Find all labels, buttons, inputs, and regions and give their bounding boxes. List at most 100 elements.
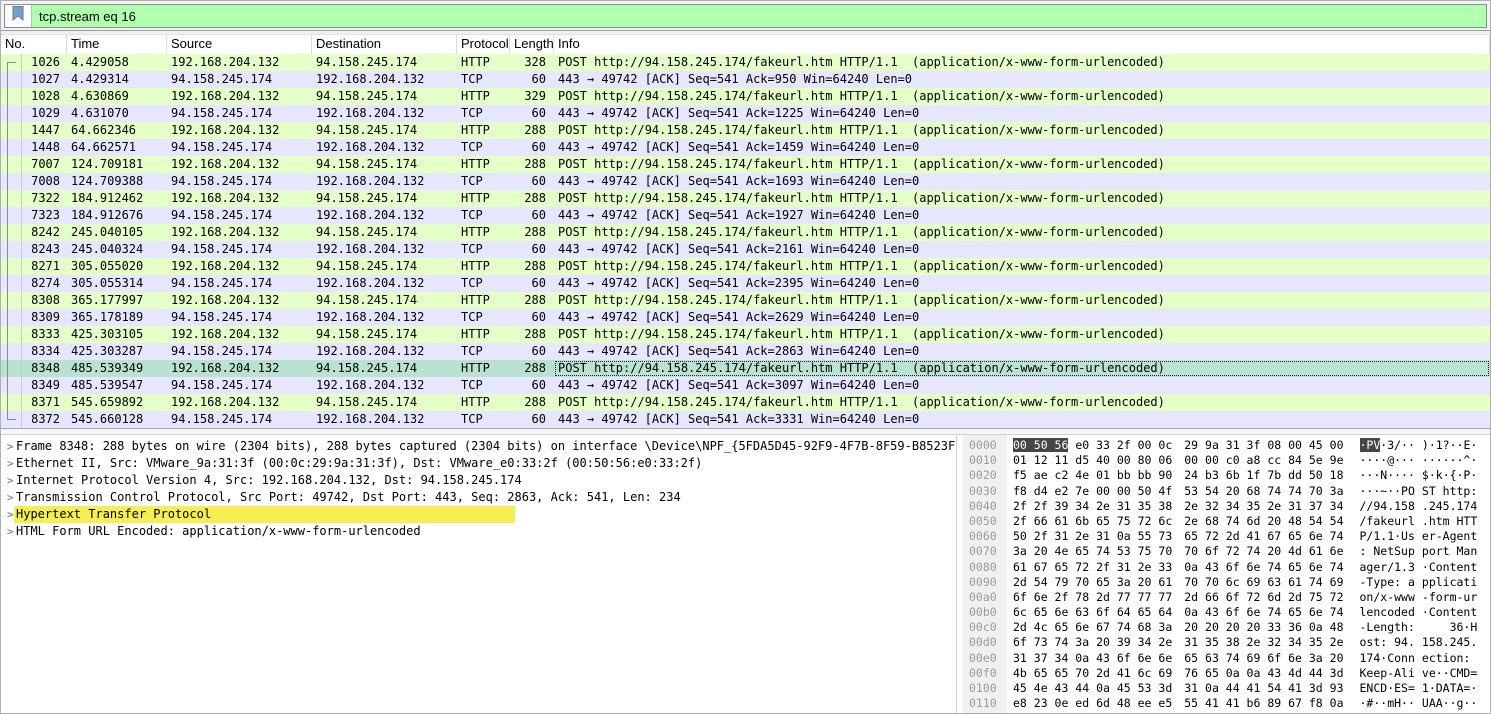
column-header-protocol[interactable]: Protocol bbox=[457, 35, 510, 54]
packet-row[interactable]: 7008124.70938894.158.245.174192.168.204.… bbox=[1, 173, 1490, 190]
hex-row[interactable]: 00a06f 6e 2f 78 2d 77 77 772d 66 6f 72 6… bbox=[963, 590, 1490, 605]
ascii-group1: /fakeurl bbox=[1360, 514, 1415, 529]
packet-row[interactable]: 8274305.05531494.158.245.174192.168.204.… bbox=[1, 275, 1490, 292]
cell-length: 288 bbox=[510, 190, 554, 207]
hex-row[interactable]: 000000 50 56 e0 33 2f 00 0c29 9a 31 3f 0… bbox=[963, 438, 1490, 453]
cell-length: 288 bbox=[510, 394, 554, 411]
hex-bytes-group2: 70 6f 72 74 20 4d 61 6e bbox=[1184, 544, 1343, 559]
ascii-group1: ost: 94. bbox=[1360, 635, 1415, 650]
packet-details-pane[interactable]: >Frame 8348: 288 bytes on wire (2304 bit… bbox=[1, 435, 955, 713]
cell-info: POST http://94.158.245.174/fakeurl.htm H… bbox=[554, 54, 1490, 71]
packet-row[interactable]: 8242245.040105192.168.204.13294.158.245.… bbox=[1, 224, 1490, 241]
column-header-length[interactable]: Length bbox=[510, 35, 554, 54]
packet-row[interactable]: 8348485.539349192.168.204.13294.158.245.… bbox=[1, 360, 1490, 377]
hex-row[interactable]: 00b06c 65 6e 63 6f 64 65 640a 43 6f 6e 7… bbox=[963, 605, 1490, 620]
cell-info: 443 → 49742 [ACK] Seq=541 Ack=2863 Win=6… bbox=[554, 343, 1490, 360]
hex-row[interactable]: 00402f 2f 39 34 2e 31 35 382e 32 34 35 2… bbox=[963, 499, 1490, 514]
packet-row[interactable]: 8372545.66012894.158.245.174192.168.204.… bbox=[1, 411, 1490, 428]
cell-destination: 94.158.245.174 bbox=[312, 292, 457, 309]
packet-row[interactable]: 10284.630869192.168.204.13294.158.245.17… bbox=[1, 88, 1490, 105]
detail-tree-item[interactable]: >Internet Protocol Version 4, Src: 192.1… bbox=[1, 472, 955, 489]
packet-row[interactable]: 10294.63107094.158.245.174192.168.204.13… bbox=[1, 105, 1490, 122]
hex-row[interactable]: 001001 12 11 d5 40 00 80 0600 00 c0 a8 c… bbox=[963, 453, 1490, 468]
packet-row[interactable]: 10264.429058192.168.204.13294.158.245.17… bbox=[1, 54, 1490, 71]
cell-destination: 94.158.245.174 bbox=[312, 394, 457, 411]
expand-chevron-icon[interactable]: > bbox=[1, 489, 14, 506]
column-header-info[interactable]: Info bbox=[554, 35, 1490, 54]
cell-source: 192.168.204.132 bbox=[167, 224, 312, 241]
cell-info: 443 → 49742 [ACK] Seq=541 Ack=2161 Win=6… bbox=[554, 241, 1490, 258]
cell-protocol: TCP bbox=[457, 207, 510, 224]
packet-row[interactable]: 144764.662346192.168.204.13294.158.245.1… bbox=[1, 122, 1490, 139]
vertical-pane-splitter[interactable] bbox=[956, 435, 963, 713]
cell-source: 192.168.204.132 bbox=[167, 156, 312, 173]
packet-bytes-pane[interactable]: 000000 50 56 e0 33 2f 00 0c29 9a 31 3f 0… bbox=[963, 435, 1490, 713]
cell-info: 443 → 49742 [ACK] Seq=541 Ack=1927 Win=6… bbox=[554, 207, 1490, 224]
ascii-group1: ·#··mH·· bbox=[1360, 696, 1415, 711]
cell-time: 245.040105 bbox=[67, 224, 167, 241]
detail-tree-item[interactable]: >Hypertext Transfer Protocol bbox=[1, 506, 955, 523]
cell-time: 64.662346 bbox=[67, 122, 167, 139]
packet-list[interactable]: 10264.429058192.168.204.13294.158.245.17… bbox=[1, 54, 1490, 428]
hex-row[interactable]: 00c02d 4c 65 6e 67 74 68 3a20 20 20 20 3… bbox=[963, 620, 1490, 635]
expand-chevron-icon[interactable]: > bbox=[1, 472, 14, 489]
hex-row[interactable]: 00502f 66 61 6b 65 75 72 6c2e 68 74 6d 2… bbox=[963, 514, 1490, 529]
cell-time: 365.178189 bbox=[67, 309, 167, 326]
packet-row[interactable]: 144864.66257194.158.245.174192.168.204.1… bbox=[1, 139, 1490, 156]
packet-row[interactable]: 8271305.055020192.168.204.13294.158.245.… bbox=[1, 258, 1490, 275]
expand-chevron-icon[interactable]: > bbox=[1, 438, 14, 455]
ascii-group1: ····@··· bbox=[1360, 453, 1415, 468]
cell-info: 443 → 49742 [ACK] Seq=541 Ack=2395 Win=6… bbox=[554, 275, 1490, 292]
packet-row[interactable]: 8334425.30328794.158.245.174192.168.204.… bbox=[1, 343, 1490, 360]
detail-tree-item[interactable]: >HTML Form URL Encoded: application/x-ww… bbox=[1, 523, 955, 540]
hex-bytes-group1: 2f 66 61 6b 65 75 72 6c bbox=[1013, 514, 1172, 529]
detail-tree-item[interactable]: >Ethernet II, Src: VMware_9a:31:3f (00:0… bbox=[1, 455, 955, 472]
ascii-group1: ···N···· bbox=[1360, 468, 1415, 483]
display-filter-input[interactable]: tcp.stream eq 16 bbox=[32, 5, 1486, 27]
cell-source: 192.168.204.132 bbox=[167, 88, 312, 105]
packet-row[interactable]: 8308365.177997192.168.204.13294.158.245.… bbox=[1, 292, 1490, 309]
hex-row[interactable]: 010045 4e 43 44 0a 45 53 3d31 0a 44 41 5… bbox=[963, 681, 1490, 696]
ascii-group2: UAA··g·· bbox=[1422, 696, 1477, 711]
ascii-group1: //94.158 bbox=[1360, 499, 1415, 514]
column-header-source[interactable]: Source bbox=[167, 35, 312, 54]
packet-row[interactable]: 7007124.709181192.168.204.13294.158.245.… bbox=[1, 156, 1490, 173]
packet-row[interactable]: 7323184.91267694.158.245.174192.168.204.… bbox=[1, 207, 1490, 224]
packet-row[interactable]: 8309365.17818994.158.245.174192.168.204.… bbox=[1, 309, 1490, 326]
detail-tree-item[interactable]: >Transmission Control Protocol, Src Port… bbox=[1, 489, 955, 506]
cell-length: 288 bbox=[510, 224, 554, 241]
hex-row[interactable]: 00f04b 65 65 70 2d 41 6c 6976 65 0a 0a 4… bbox=[963, 666, 1490, 681]
hex-row[interactable]: 00703a 20 4e 65 74 53 75 7070 6f 72 74 2… bbox=[963, 544, 1490, 559]
cell-protocol: TCP bbox=[457, 275, 510, 292]
hex-row[interactable]: 0020f5 ae c2 4e 01 bb bb 9024 b3 6b 1f 7… bbox=[963, 468, 1490, 483]
hex-row[interactable]: 006050 2f 31 2e 31 0a 55 7365 72 2d 41 6… bbox=[963, 529, 1490, 544]
packet-row[interactable]: 8243245.04032494.158.245.174192.168.204.… bbox=[1, 241, 1490, 258]
expand-chevron-icon[interactable]: > bbox=[1, 523, 14, 540]
cell-protocol: HTTP bbox=[457, 54, 510, 71]
packet-row[interactable]: 8333425.303105192.168.204.13294.158.245.… bbox=[1, 326, 1490, 343]
packet-row[interactable]: 7322184.912462192.168.204.13294.158.245.… bbox=[1, 190, 1490, 207]
hex-row[interactable]: 00902d 54 79 70 65 3a 20 6170 70 6c 69 6… bbox=[963, 575, 1490, 590]
horizontal-pane-splitter[interactable] bbox=[1, 428, 1490, 435]
detail-tree-item[interactable]: >Frame 8348: 288 bytes on wire (2304 bit… bbox=[1, 438, 955, 455]
expand-chevron-icon[interactable]: > bbox=[1, 506, 14, 523]
expand-chevron-icon[interactable]: > bbox=[1, 455, 14, 472]
hex-row[interactable]: 0030f8 d4 e2 7e 00 00 50 4f53 54 20 68 7… bbox=[963, 484, 1490, 499]
filter-bookmark-button[interactable] bbox=[5, 5, 32, 27]
hex-row[interactable]: 0110e8 23 0e ed 6d 48 ee e555 41 41 b6 8… bbox=[963, 696, 1490, 711]
packet-row[interactable]: 8371545.659892192.168.204.13294.158.245.… bbox=[1, 394, 1490, 411]
hex-offset: 0080 bbox=[963, 560, 1007, 575]
hex-row[interactable]: 00d06f 73 74 3a 20 39 34 2e31 35 38 2e 3… bbox=[963, 635, 1490, 650]
column-header-destination[interactable]: Destination bbox=[312, 35, 457, 54]
hex-row[interactable]: 008061 67 65 72 2f 31 2e 330a 43 6f 6e 7… bbox=[963, 560, 1490, 575]
packet-row[interactable]: 8349485.53954794.158.245.174192.168.204.… bbox=[1, 377, 1490, 394]
cell-length: 60 bbox=[510, 173, 554, 190]
cell-time: 545.659892 bbox=[67, 394, 167, 411]
packet-list-header: No.TimeSourceDestinationProtocolLengthIn… bbox=[1, 35, 1490, 54]
cell-protocol: HTTP bbox=[457, 190, 510, 207]
cell-destination: 94.158.245.174 bbox=[312, 224, 457, 241]
hex-row[interactable]: 00e031 37 34 0a 43 6f 6e 6e65 63 74 69 6… bbox=[963, 651, 1490, 666]
packet-row[interactable]: 10274.42931494.158.245.174192.168.204.13… bbox=[1, 71, 1490, 88]
column-header-time[interactable]: Time bbox=[67, 35, 167, 54]
column-header-no[interactable]: No. bbox=[1, 35, 67, 54]
